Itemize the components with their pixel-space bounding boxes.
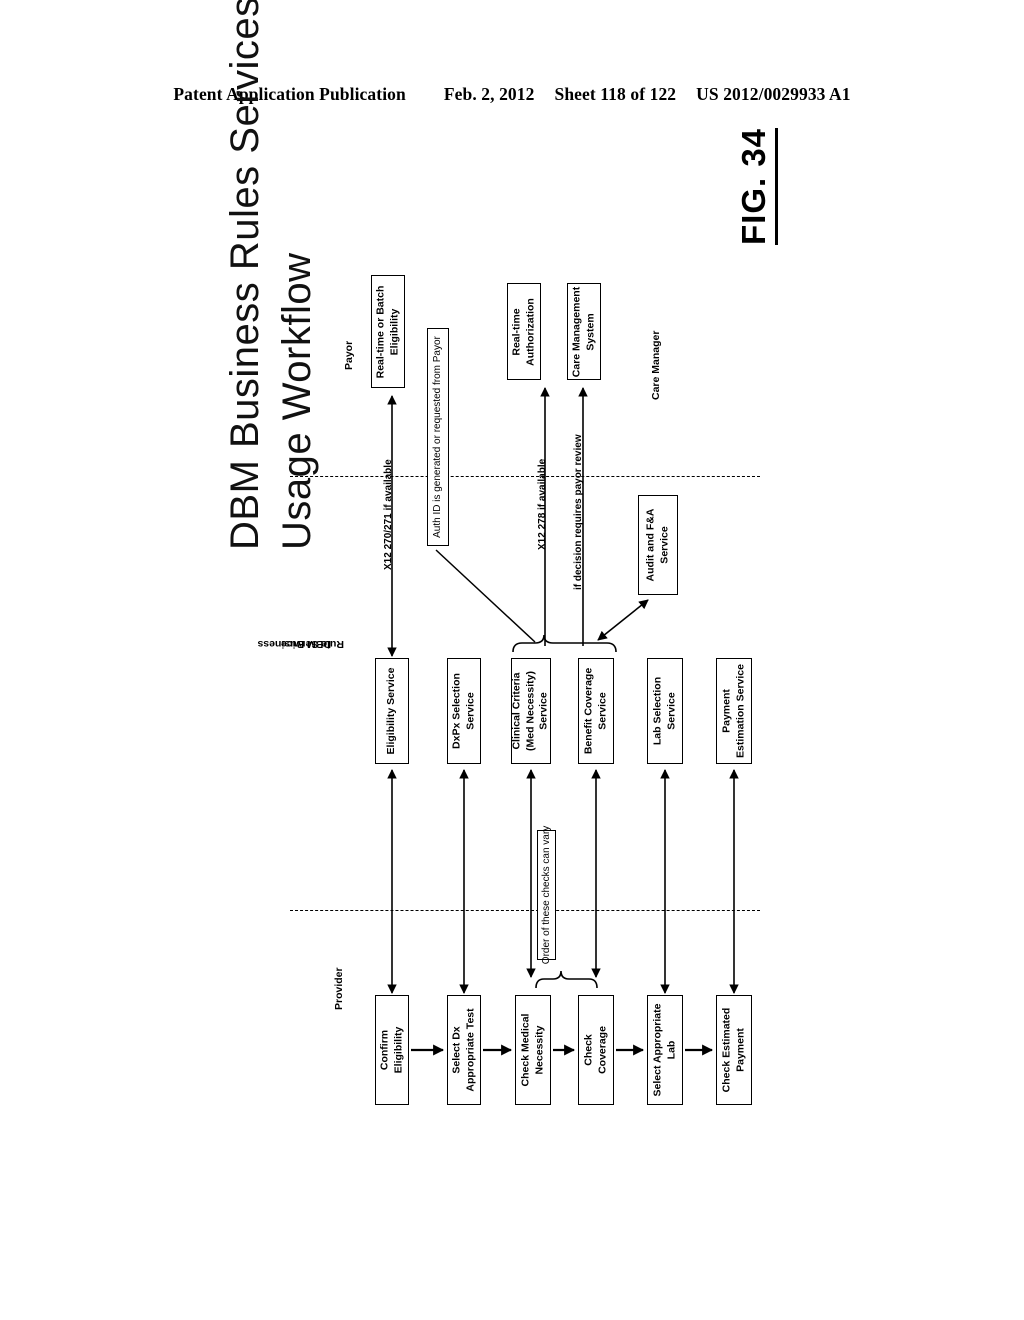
node-check-estimated-payment[interactable]: Check Estimated Payment (716, 995, 752, 1105)
node-dxpx-selection-service-label: DxPx Selection Service (450, 673, 476, 749)
node-select-appropriate-lab-label: Select Appropriate Lab (651, 1003, 677, 1097)
figure-title-line-2: Usage Workflow (275, 252, 319, 550)
node-check-coverage-label: Check Coverage (582, 1026, 608, 1074)
page-header: Patent Application Publication Feb. 2, 20… (0, 84, 1024, 105)
lane-label-dbm-text: DBM Business Rule Service (257, 638, 344, 650)
node-confirm-eligibility[interactable]: Confirm Eligibility (375, 995, 409, 1105)
node-audit-fa-service[interactable]: Audit and F&A Service (638, 495, 678, 595)
node-eligibility-service-label: Eligibility Service (385, 667, 398, 755)
node-care-management-system-label: Care Management System (570, 286, 596, 377)
lane-label-provider-text: Provider (333, 967, 345, 1010)
callout-order-note-text: Order of these checks can vary (540, 825, 552, 965)
callout-auth-id-note: Auth ID is generated or requested from P… (427, 328, 449, 546)
node-benefit-coverage-service[interactable]: Benefit Coverage Service (578, 658, 614, 764)
node-lab-selection-service-label: Lab Selection Service (651, 676, 677, 746)
lane-label-payor-text: Payor (343, 340, 355, 370)
publication-date: Feb. 2, 2012 (443, 84, 535, 104)
node-confirm-eligibility-label: Confirm Eligibility (378, 1026, 404, 1074)
node-realtime-authorization[interactable]: Real-time Authorization (507, 283, 541, 380)
node-care-management-system[interactable]: Care Management System (567, 283, 601, 380)
node-check-medical-necessity-label: Check Medical Necessity (519, 1013, 545, 1087)
lane-label-care-manager-text: Care Manager (650, 330, 662, 400)
node-dxpx-selection-service[interactable]: DxPx Selection Service (447, 658, 481, 764)
node-eligibility-service[interactable]: Eligibility Service (375, 658, 409, 764)
publication-label: Patent Application Publication (173, 84, 406, 104)
brace-provider-checks (535, 970, 598, 989)
node-check-coverage[interactable]: Check Coverage (578, 995, 614, 1105)
patent-number: US 2012/0029933 A1 (696, 84, 851, 104)
node-payment-estimation-service[interactable]: Payment Estimation Service (716, 658, 752, 764)
node-check-estimated-payment-label: Check Estimated Payment (720, 1007, 746, 1093)
edge-label-x12-270-271-text: X12 270/271 if available (383, 459, 394, 570)
node-audit-fa-service-label: Audit and F&A Service (644, 508, 670, 582)
edge-label-x12-278-text: X12 278 if available (537, 458, 548, 550)
node-select-dx-appropriate-test-label: Select Dx Appropriate Test (450, 1008, 476, 1092)
node-realtime-batch-eligibility-label: Real-time or Batch Eligibility (374, 285, 400, 378)
sheet-number: Sheet 118 of 122 (554, 84, 677, 104)
lane-separator-payor-dbm (290, 476, 760, 477)
edge-label-payor-review-text: if decision requires payor review (573, 434, 584, 590)
figure-canvas: DBM Business Rules Services Usage Workfl… (0, 0, 1024, 1170)
node-realtime-authorization-label: Real-time Authorization (510, 297, 536, 366)
brace-dbm-checks (512, 634, 617, 653)
node-check-medical-necessity[interactable]: Check Medical Necessity (515, 995, 551, 1105)
figure-title-line-1: DBM Business Rules Services (223, 0, 267, 550)
node-select-appropriate-lab[interactable]: Select Appropriate Lab (647, 995, 683, 1105)
node-lab-selection-service[interactable]: Lab Selection Service (647, 658, 683, 764)
callout-order-note: Order of these checks can vary (537, 826, 556, 964)
node-clinical-criteria-service-label: Clinical Criteria (Med Necessity) Service (510, 671, 550, 751)
lane-separator-dbm-provider (290, 910, 760, 911)
node-benefit-coverage-service-label: Benefit Coverage Service (582, 667, 608, 755)
node-realtime-batch-eligibility[interactable]: Real-time or Batch Eligibility (371, 275, 405, 388)
node-clinical-criteria-service[interactable]: Clinical Criteria (Med Necessity) Service (511, 658, 551, 764)
node-select-dx-appropriate-test[interactable]: Select Dx Appropriate Test (447, 995, 481, 1105)
figure-number-label: FIG. 34 (735, 127, 778, 245)
callout-auth-id-note-text: Auth ID is generated or requested from P… (431, 336, 443, 538)
node-payment-estimation-service-label: Payment Estimation Service (720, 664, 746, 758)
connector-brace-to-audit-fa (597, 599, 649, 641)
connector-auth-id-leader (435, 549, 536, 643)
